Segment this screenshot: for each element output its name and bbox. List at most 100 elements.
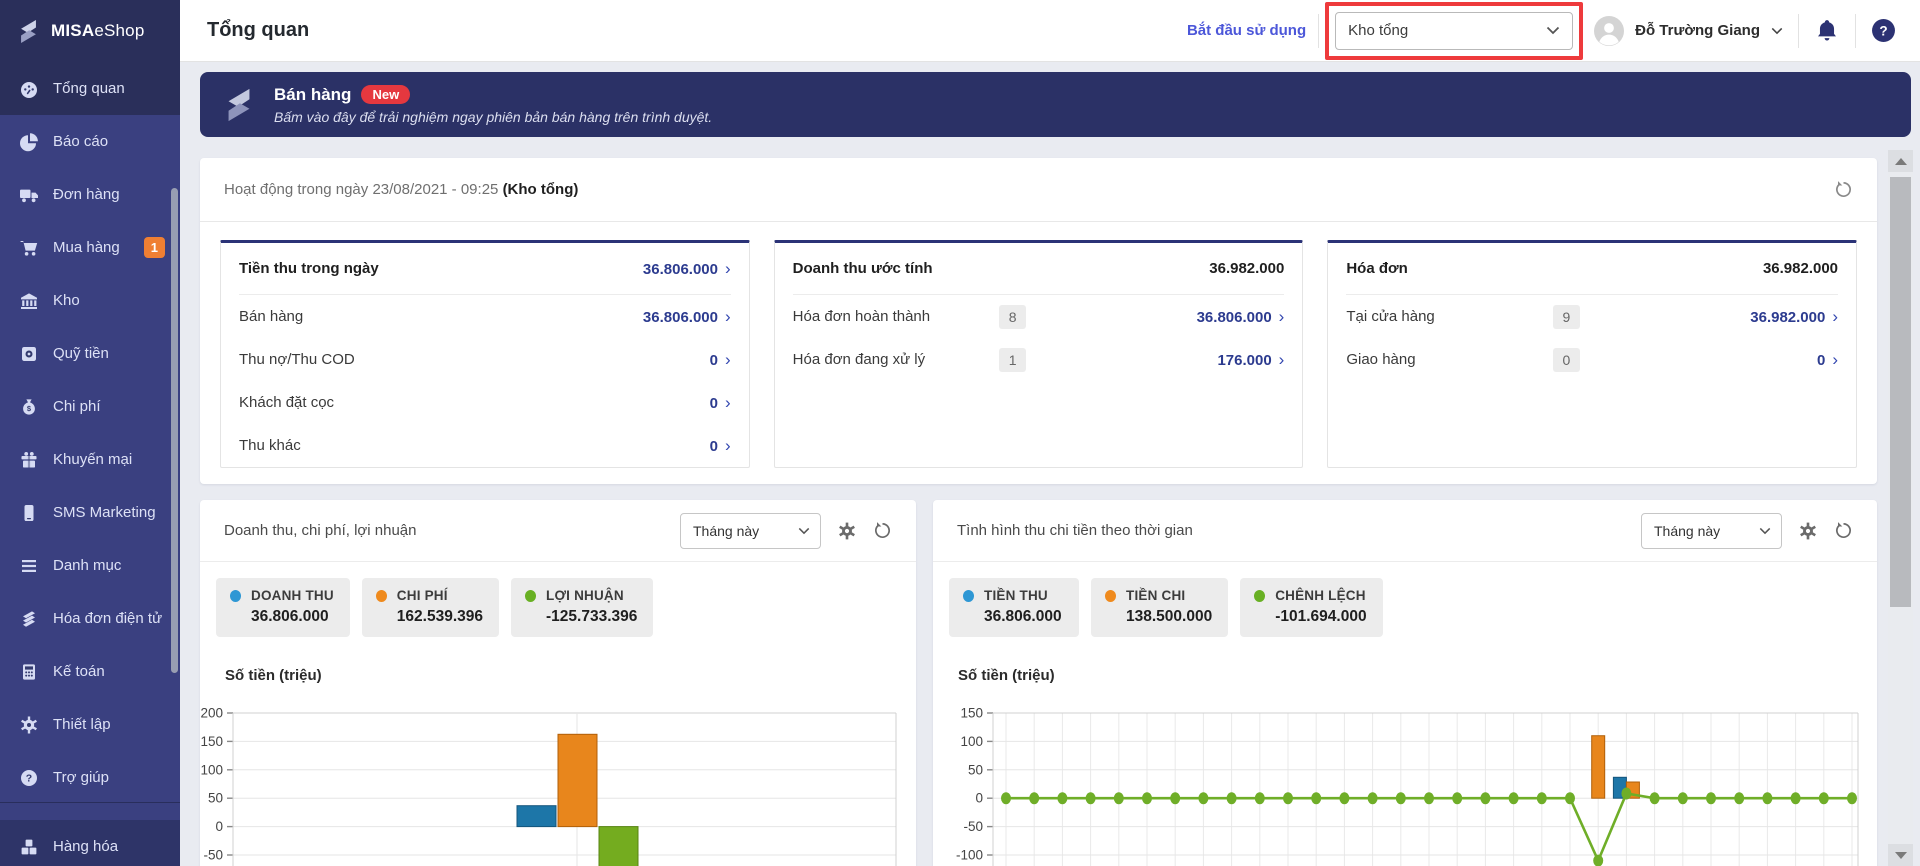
chevron-down-icon	[1546, 26, 1560, 35]
sidebar-item-mua-hang[interactable]: Mua hàng 1	[0, 221, 180, 274]
sidebar-scrollbar[interactable]	[171, 188, 178, 673]
card-row[interactable]: Hóa đơn hoàn thành 8 36.806.000 ›	[793, 295, 1285, 338]
svg-text:50: 50	[208, 791, 223, 806]
sidebar-item-khuyen-mai[interactable]: Khuyến mại	[0, 433, 180, 486]
row-value: 36.806.000 ›	[1196, 306, 1285, 326]
row-label: Tại cửa hàng	[1346, 308, 1435, 325]
row-value: 0 ›	[709, 392, 731, 412]
refresh-icon[interactable]	[1834, 521, 1853, 540]
sidebar-item-danh-muc[interactable]: Danh mục	[0, 539, 180, 592]
scroll-up-button[interactable]	[1888, 150, 1913, 172]
store-selector[interactable]: Kho tổng	[1335, 11, 1574, 50]
svg-text:0: 0	[975, 791, 983, 806]
chart-title: Tình hình thu chi tiền theo thời gian	[957, 522, 1193, 539]
card-header[interactable]: Tiền thu trong ngày 36.806.000 ›	[239, 243, 731, 295]
sidebar-item--on-hang[interactable]: Đơn hàng	[0, 168, 180, 221]
legend-chip[interactable]: LỢI NHUẬN -125.733.396	[511, 578, 654, 637]
card-header[interactable]: Doanh thu ước tính 36.982.000	[792, 243, 1285, 295]
sidebar-item-tro-giup[interactable]: ? Trợ giúp	[0, 751, 180, 804]
row-label: Thu khác	[239, 437, 301, 454]
sidebar-item-sms-marketing[interactable]: SMS Marketing	[0, 486, 180, 539]
page-scrollbar[interactable]	[1888, 150, 1913, 866]
legend-dot	[230, 589, 241, 602]
legend-chip[interactable]: TIỀN THU 36.806.000	[949, 578, 1079, 637]
legend-value: 162.539.396	[396, 608, 483, 625]
svg-text:?: ?	[26, 772, 32, 784]
legend-value: 36.806.000	[251, 608, 329, 625]
help-button[interactable]: ?	[1856, 18, 1900, 43]
legend-chip[interactable]: CHÊNH LỆCH -101.694.000	[1240, 578, 1383, 637]
dashboard-icon	[19, 79, 39, 99]
gear-icon[interactable]	[1798, 521, 1818, 541]
period-selector[interactable]: Tháng này	[1641, 512, 1782, 549]
activity-card: Hóa đơn 36.982.000 Tại cửa hàng 9 36.982…	[1327, 240, 1858, 468]
refresh-icon[interactable]	[1834, 180, 1853, 199]
gift-icon	[19, 450, 39, 470]
sidebar-item-label: Kho	[53, 292, 80, 309]
legend-chip[interactable]: TIỀN CHI 138.500.000	[1091, 578, 1229, 637]
svg-text:100: 100	[960, 734, 983, 749]
row-value: 0 ›	[709, 349, 731, 369]
card-row[interactable]: Khách đặt cọc 0 ›	[239, 381, 731, 424]
legend-label: LỢI NHUẬN	[546, 588, 624, 603]
axis-title: Số tiền (triệu)	[958, 667, 1055, 684]
sidebar-nav: Tổng quan Báo cáo Đơn hàng Mua hàng 1 Kho Quỹ …	[0, 62, 180, 804]
page-scrollbar-thumb[interactable]	[1890, 177, 1911, 607]
gear-icon[interactable]	[837, 521, 857, 541]
topbar: Tổng quan Bắt đầu sử dụng Kho tổng Đỗ Tr…	[180, 0, 1920, 62]
revenue-cost-profit-chart: 200 150 100 50 0 -50	[200, 706, 897, 866]
card-row[interactable]: Tại cửa hàng 9 36.982.000 ›	[1346, 295, 1838, 338]
store-selector-value: Kho tổng	[1348, 22, 1409, 39]
legend-chip[interactable]: CHI PHÍ 162.539.396	[361, 578, 499, 637]
sale-promo-banner[interactable]: Bán hàng New Bấm vào đây để trải nghiệm …	[200, 72, 1911, 137]
sidebar-item-label: Kế toán	[53, 663, 105, 680]
misa-logo-icon	[220, 86, 258, 124]
sidebar-item-label: Chi phí	[53, 398, 101, 415]
sidebar-item-ke-toan[interactable]: Kế toán	[0, 645, 180, 698]
svg-text:100: 100	[200, 762, 223, 777]
truck-icon	[19, 185, 39, 205]
list-icon	[19, 556, 39, 576]
scroll-down-button[interactable]	[1888, 844, 1913, 866]
start-using-link[interactable]: Bắt đầu sử dụng	[1187, 22, 1306, 39]
page-title: Tổng quan	[207, 19, 310, 41]
row-value: 36.982.000 ›	[1750, 306, 1839, 326]
svg-text:0: 0	[215, 819, 223, 834]
count-badge: 1	[999, 347, 1027, 372]
cart-icon	[19, 238, 39, 258]
sidebar-item-kho[interactable]: Kho	[0, 274, 180, 327]
card-header-label: Tiền thu trong ngày	[239, 260, 379, 277]
misa-logo-icon	[15, 18, 42, 45]
axis-title: Số tiền (triệu)	[225, 667, 322, 684]
cashflow-chart: 150 100 50 0 -50 -100	[956, 706, 1859, 866]
legend-dot	[1254, 589, 1266, 602]
chevron-down-icon	[1759, 527, 1771, 535]
card-row[interactable]: Giao hàng 0 0 ›	[1346, 338, 1838, 381]
period-selector[interactable]: Tháng này	[680, 512, 821, 549]
card-row[interactable]: Thu nợ/Thu COD 0 ›	[239, 338, 731, 381]
sidebar-item-bao-cao[interactable]: Báo cáo	[0, 115, 180, 168]
new-badge: New	[361, 85, 411, 104]
legend-chip[interactable]: DOANH THU 36.806.000	[216, 578, 350, 637]
sidebar-item-quy-tien[interactable]: Quỹ tiền	[0, 327, 180, 380]
svg-text:150: 150	[200, 734, 223, 749]
sidebar-item-hang-hoa[interactable]: Hàng hóa	[0, 820, 180, 866]
card-header[interactable]: Hóa đơn 36.982.000	[1346, 243, 1839, 295]
help-icon: ?	[1871, 18, 1896, 43]
sidebar-item-thiet-lap[interactable]: Thiết lập	[0, 698, 180, 751]
notifications-button[interactable]	[1799, 18, 1855, 44]
legend-value: 36.806.000	[984, 608, 1062, 625]
card-row[interactable]: Hóa đơn đang xử lý 1 176.000 ›	[793, 338, 1285, 381]
chart-title: Doanh thu, chi phí, lợi nhuận	[224, 522, 417, 539]
row-value: 176.000 ›	[1217, 349, 1285, 369]
count-badge: 0	[1552, 347, 1580, 372]
app-logo[interactable]: MISAeShop	[0, 0, 180, 62]
chevron-right-icon: ›	[1832, 306, 1839, 326]
sidebar-item-hoa-on-ien-tu[interactable]: Hóa đơn điện tử	[0, 592, 180, 645]
card-row[interactable]: Thu khác 0 ›	[239, 424, 731, 467]
card-row[interactable]: Bán hàng 36.806.000 ›	[239, 295, 731, 338]
refresh-icon[interactable]	[873, 521, 892, 540]
sidebar-item-chi-phi[interactable]: $ Chi phí	[0, 380, 180, 433]
user-menu[interactable]: Đỗ Trường Giang	[1594, 15, 1783, 46]
sidebar-item-tong-quan[interactable]: Tổng quan	[0, 62, 180, 115]
